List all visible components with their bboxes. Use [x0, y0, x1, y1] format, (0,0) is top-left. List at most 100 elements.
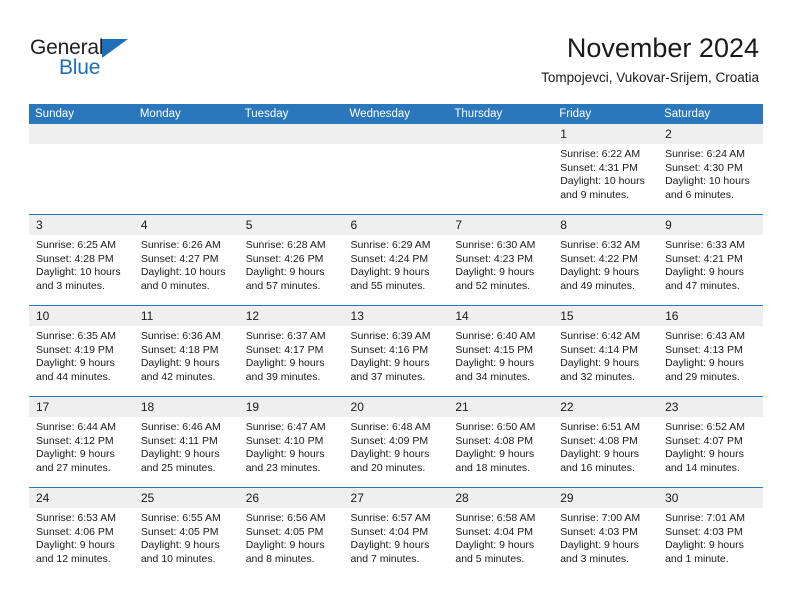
calendar-week-row: 24 Sunrise: 6:53 AM Sunset: 4:06 PM Dayligh… — [29, 487, 763, 578]
sunset-text: Sunset: 4:19 PM — [36, 343, 114, 356]
calendar-cell-day[interactable]: 26 Sunrise: 6:56 AM Sunset: 4:05 PM Dayligh… — [238, 487, 344, 578]
calendar-cell-day[interactable]: 24 Sunrise: 6:53 AM Sunset: 4:06 PM Dayligh… — [29, 487, 134, 578]
sunrise-text: Sunrise: 6:47 AM — [245, 421, 326, 433]
day-number — [29, 124, 134, 144]
daylight-text: Daylight: 10 hours and 9 minutes. — [560, 175, 645, 201]
sunrise-text: Sunrise: 6:29 AM — [350, 239, 431, 251]
calendar-cell-day[interactable]: 4 Sunrise: 6:26 AM Sunset: 4:27 PM Daylight… — [133, 214, 239, 306]
calendar-cell-day[interactable]: 14 Sunrise: 6:40 AM Sunset: 4:15 PM Dayligh… — [448, 305, 554, 397]
day-number: 7 — [448, 215, 554, 235]
calendar-cell-empty — [29, 124, 134, 215]
daylight-text: Daylight: 9 hours and 32 minutes. — [560, 357, 640, 383]
daylight-text: Daylight: 9 hours and 44 minutes. — [36, 357, 115, 383]
sunset-text: Sunset: 4:08 PM — [560, 434, 638, 447]
sunrise-text: Sunrise: 6:36 AM — [140, 330, 221, 342]
calendar-cell-day[interactable]: 1 Sunrise: 6:22 AM Sunset: 4:31 PM Daylight… — [553, 124, 659, 215]
sunset-text: Sunset: 4:27 PM — [140, 252, 219, 265]
day-number: 1 — [553, 124, 659, 144]
sunset-text: Sunset: 4:23 PM — [455, 252, 534, 265]
day-details: Sunrise: 6:29 AM Sunset: 4:24 PM Daylight:… — [344, 235, 449, 293]
sunrise-text: Sunrise: 6:26 AM — [140, 239, 221, 251]
day-details: Sunrise: 6:36 AM Sunset: 4:18 PM Daylight:… — [134, 326, 239, 384]
calendar-cell-day[interactable]: 22 Sunrise: 6:51 AM Sunset: 4:08 PM Dayligh… — [553, 396, 659, 488]
sunset-text: Sunset: 4:30 PM — [665, 161, 743, 174]
day-details: Sunrise: 6:44 AM Sunset: 4:12 PM Daylight:… — [29, 417, 134, 475]
calendar-cell-day[interactable]: 3 Sunrise: 6:25 AM Sunset: 4:28 PM Daylight… — [29, 214, 134, 306]
day-number: 29 — [553, 488, 659, 508]
day-details: Sunrise: 6:26 AM Sunset: 4:27 PM Daylight:… — [134, 235, 239, 293]
calendar-cell-day[interactable]: 2 Sunrise: 6:24 AM Sunset: 4:30 PM Daylight… — [658, 124, 763, 215]
calendar-cell-empty — [343, 124, 449, 215]
daylight-text: Daylight: 9 hours and 8 minutes. — [245, 539, 325, 565]
daylight-text: Daylight: 9 hours and 49 minutes. — [560, 266, 640, 292]
daylight-text: Daylight: 9 hours and 47 minutes. — [665, 266, 744, 292]
calendar-cell-day[interactable]: 5 Sunrise: 6:28 AM Sunset: 4:26 PM Daylight… — [238, 214, 344, 306]
calendar-cell-day[interactable]: 29 Sunrise: 7:00 AM Sunset: 4:03 PM Dayligh… — [553, 487, 659, 578]
calendar-cell-day[interactable]: 15 Sunrise: 6:42 AM Sunset: 4:14 PM Dayligh… — [553, 305, 659, 397]
sunset-text: Sunset: 4:26 PM — [245, 252, 324, 265]
sunset-text: Sunset: 4:03 PM — [665, 525, 743, 538]
weekday-header-wednesday: Wednesday — [343, 104, 449, 124]
day-details: Sunrise: 6:39 AM Sunset: 4:16 PM Daylight:… — [344, 326, 449, 384]
calendar-table: Sunday Monday Tuesday Wednesday Thursday… — [29, 104, 763, 578]
sunrise-text: Sunrise: 6:22 AM — [560, 148, 641, 160]
daylight-text: Daylight: 10 hours and 0 minutes. — [140, 266, 226, 292]
day-details: Sunrise: 6:33 AM Sunset: 4:21 PM Daylight:… — [658, 235, 763, 293]
day-number: 15 — [553, 306, 659, 326]
calendar-cell-day[interactable]: 7 Sunrise: 6:30 AM Sunset: 4:23 PM Daylight… — [448, 214, 554, 306]
calendar-cell-day[interactable]: 9 Sunrise: 6:33 AM Sunset: 4:21 PM Daylight… — [658, 214, 763, 306]
sunrise-text: Sunrise: 6:40 AM — [455, 330, 536, 342]
calendar-cell-day[interactable]: 23 Sunrise: 6:52 AM Sunset: 4:07 PM Dayligh… — [658, 396, 763, 488]
sunrise-text: Sunrise: 6:53 AM — [36, 512, 116, 524]
calendar-cell-day[interactable]: 11 Sunrise: 6:36 AM Sunset: 4:18 PM Dayligh… — [133, 305, 239, 397]
sunset-text: Sunset: 4:21 PM — [665, 252, 743, 265]
daylight-text: Daylight: 10 hours and 3 minutes. — [36, 266, 121, 292]
calendar-cell-day[interactable]: 30 Sunrise: 7:01 AM Sunset: 4:03 PM Dayligh… — [658, 487, 763, 578]
sunset-text: Sunset: 4:07 PM — [665, 434, 743, 447]
calendar-cell-day[interactable]: 27 Sunrise: 6:57 AM Sunset: 4:04 PM Dayligh… — [343, 487, 449, 578]
day-number: 20 — [343, 397, 449, 417]
calendar-cell-day[interactable]: 10 Sunrise: 6:35 AM Sunset: 4:19 PM Dayligh… — [29, 305, 134, 397]
sunrise-text: Sunrise: 7:01 AM — [665, 512, 746, 524]
calendar-cell-day[interactable]: 25 Sunrise: 6:55 AM Sunset: 4:05 PM Dayligh… — [133, 487, 239, 578]
daylight-text: Daylight: 9 hours and 12 minutes. — [36, 539, 115, 565]
general-blue-logo[interactable]: General Blue — [30, 36, 210, 86]
calendar-cell-day[interactable]: 8 Sunrise: 6:32 AM Sunset: 4:22 PM Daylight… — [553, 214, 659, 306]
day-details: Sunrise: 6:48 AM Sunset: 4:09 PM Daylight:… — [344, 417, 449, 475]
calendar-cell-day[interactable]: 12 Sunrise: 6:37 AM Sunset: 4:17 PM Dayligh… — [238, 305, 344, 397]
calendar-cell-day[interactable]: 16 Sunrise: 6:43 AM Sunset: 4:13 PM Dayligh… — [658, 305, 763, 397]
day-number: 4 — [133, 215, 239, 235]
calendar-cell-day[interactable]: 6 Sunrise: 6:29 AM Sunset: 4:24 PM Daylight… — [343, 214, 449, 306]
calendar-cell-empty — [448, 124, 554, 215]
day-details: Sunrise: 6:43 AM Sunset: 4:13 PM Daylight:… — [658, 326, 763, 384]
calendar-cell-day[interactable]: 17 Sunrise: 6:44 AM Sunset: 4:12 PM Dayligh… — [29, 396, 134, 488]
sunset-text: Sunset: 4:06 PM — [36, 525, 114, 538]
calendar-cell-day[interactable]: 20 Sunrise: 6:48 AM Sunset: 4:09 PM Dayligh… — [343, 396, 449, 488]
sunrise-text: Sunrise: 6:46 AM — [140, 421, 221, 433]
calendar-cell-day[interactable]: 21 Sunrise: 6:50 AM Sunset: 4:08 PM Dayligh… — [448, 396, 554, 488]
day-details: Sunrise: 6:30 AM Sunset: 4:23 PM Daylight:… — [448, 235, 553, 293]
sunset-text: Sunset: 4:11 PM — [140, 434, 218, 447]
daylight-text: Daylight: 9 hours and 55 minutes. — [350, 266, 430, 292]
weekday-header-monday: Monday — [133, 104, 239, 124]
day-number: 5 — [238, 215, 344, 235]
logo-text-blue: Blue — [59, 56, 101, 79]
sunrise-text: Sunrise: 6:51 AM — [560, 421, 641, 433]
day-number: 24 — [29, 488, 134, 508]
calendar-cell-day[interactable]: 19 Sunrise: 6:47 AM Sunset: 4:10 PM Dayligh… — [238, 396, 344, 488]
calendar-cell-day[interactable]: 13 Sunrise: 6:39 AM Sunset: 4:16 PM Dayligh… — [343, 305, 449, 397]
calendar-cell-empty — [133, 124, 239, 215]
day-number: 19 — [238, 397, 344, 417]
sunrise-text: Sunrise: 6:44 AM — [36, 421, 116, 433]
calendar-week-row: 1 Sunrise: 6:22 AM Sunset: 4:31 PM Daylight… — [29, 124, 763, 215]
daylight-text: Daylight: 9 hours and 16 minutes. — [560, 448, 640, 474]
sunrise-text: Sunrise: 6:28 AM — [245, 239, 326, 251]
daylight-text: Daylight: 9 hours and 23 minutes. — [245, 448, 325, 474]
sunrise-text: Sunrise: 6:56 AM — [245, 512, 326, 524]
calendar-cell-day[interactable]: 18 Sunrise: 6:46 AM Sunset: 4:11 PM Dayligh… — [133, 396, 239, 488]
day-number: 25 — [133, 488, 239, 508]
calendar-cell-day[interactable]: 28 Sunrise: 6:58 AM Sunset: 4:04 PM Dayligh… — [448, 487, 554, 578]
day-number: 26 — [238, 488, 344, 508]
page-subtitle: Tompojevci, Vukovar-Srijem, Croatia — [541, 70, 759, 85]
day-details: Sunrise: 6:40 AM Sunset: 4:15 PM Daylight:… — [448, 326, 553, 384]
